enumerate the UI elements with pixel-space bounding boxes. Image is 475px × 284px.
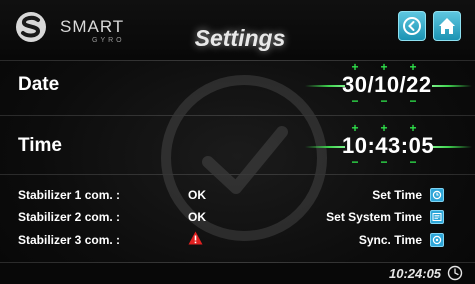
footer-clock-time: 10:24:05	[389, 266, 442, 281]
time-divider	[0, 174, 475, 175]
stabilizer-1-status: OK	[188, 188, 206, 202]
footer-divider	[0, 262, 475, 263]
brand-logo: SMART GYRO	[14, 10, 164, 46]
brand-name: SMART	[60, 17, 125, 36]
year-decrement-button[interactable]: −	[408, 94, 418, 108]
home-button[interactable]	[433, 11, 461, 41]
page-title: Settings	[194, 25, 286, 51]
date-divider	[0, 115, 475, 116]
set-time-label[interactable]: Set Time	[300, 188, 422, 202]
time-right-line	[432, 146, 472, 148]
chevron-left-icon	[403, 17, 421, 35]
logo-s-icon	[16, 12, 46, 42]
home-icon	[439, 18, 455, 34]
date-label: Date	[18, 74, 60, 95]
set-time-button[interactable]	[430, 188, 444, 202]
warning-icon	[188, 231, 203, 245]
system-time-icon	[432, 213, 442, 221]
set-system-time-button[interactable]	[430, 210, 444, 224]
set-time-icon	[432, 190, 442, 200]
time-left-line	[305, 146, 345, 148]
sync-time-icon	[432, 235, 442, 245]
second-decrement-button[interactable]: −	[408, 155, 418, 169]
time-label: Time	[18, 135, 63, 156]
hour-decrement-button[interactable]: −	[350, 155, 360, 169]
minute-decrement-button[interactable]: −	[379, 155, 389, 169]
stabilizer-1-label: Stabilizer 1 com. :	[18, 188, 121, 202]
settings-screen: SMART GYRO Settings Date + + + 30/10/22 …	[0, 0, 475, 284]
stabilizer-3-label: Stabilizer 3 com. :	[18, 233, 121, 247]
set-system-time-label[interactable]: Set System Time	[290, 210, 422, 224]
sync-time-button[interactable]	[430, 233, 444, 247]
month-decrement-button[interactable]: −	[379, 94, 389, 108]
day-decrement-button[interactable]: −	[350, 94, 360, 108]
date-left-line	[305, 85, 345, 87]
brand-subname: GYRO	[92, 37, 125, 44]
stabilizer-2-label: Stabilizer 2 com. :	[18, 210, 121, 224]
header-divider	[0, 60, 475, 61]
clock-icon	[447, 265, 463, 281]
back-button[interactable]	[398, 11, 426, 41]
sync-time-label[interactable]: Sync. Time	[300, 233, 422, 247]
date-right-line	[432, 85, 472, 87]
stabilizer-2-status: OK	[188, 210, 206, 224]
